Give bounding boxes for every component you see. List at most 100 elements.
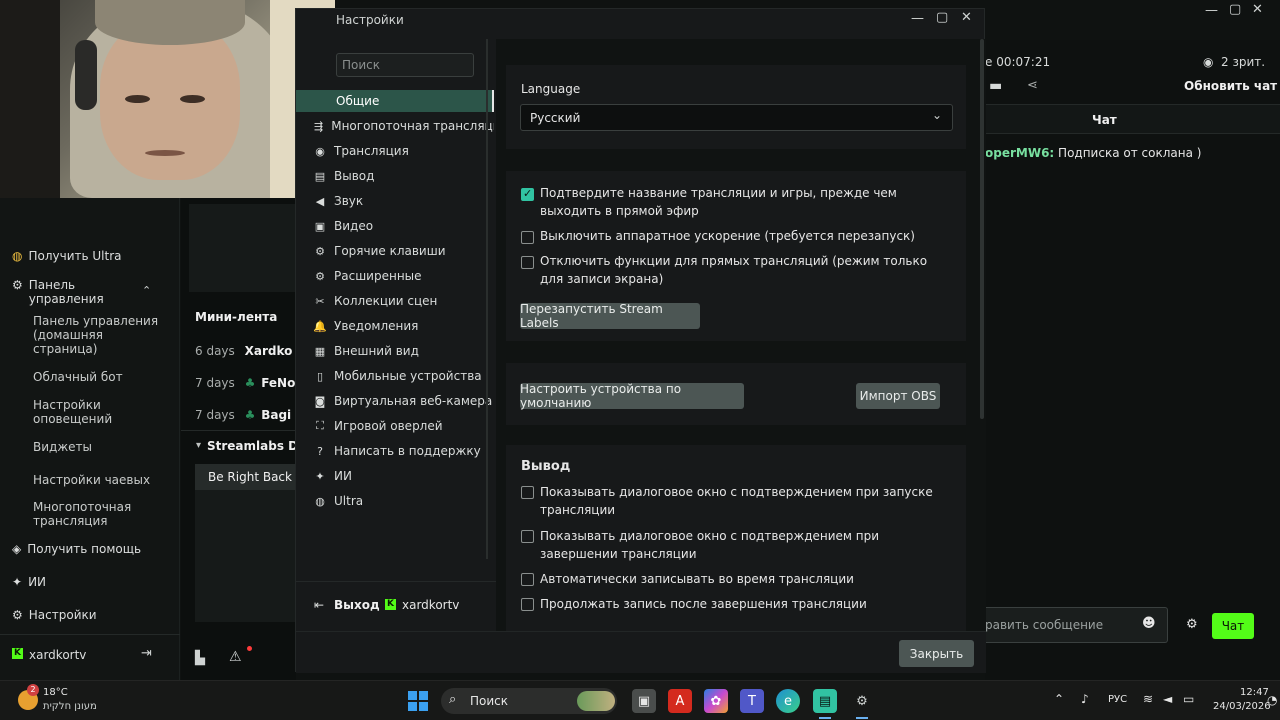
sidebar-item-label: Игровой оверлей: [334, 419, 443, 433]
nav-ai[interactable]: ✦ ИИ: [12, 575, 46, 589]
sidebar-item-6[interactable]: ▣ Видео: [314, 215, 494, 237]
battery-icon[interactable]: ▭: [1183, 692, 1194, 706]
maximize-icon[interactable]: ▢: [936, 10, 948, 25]
sidebar-item-17[interactable]: ◍ Ultra: [314, 490, 494, 512]
acrobat-icon[interactable]: A: [668, 689, 692, 713]
chat-settings-icon[interactable]: ⚙: [1186, 617, 1198, 632]
sidebar-item-11[interactable]: ▦ Внешний вид: [314, 340, 494, 362]
viewer-count: 2 зрит.: [1221, 55, 1266, 69]
sidebar-item-3[interactable]: ◉ Трансляция: [314, 140, 494, 162]
confirm-end-checkbox[interactable]: [521, 530, 534, 543]
nav-settings[interactable]: ⚙ Настройки: [12, 608, 97, 622]
wifi-icon[interactable]: ≋: [1143, 692, 1153, 706]
weather-text: מעונן חלקית: [43, 701, 97, 712]
nav-dashboard-home[interactable]: Панель управления (домашняя страница): [33, 314, 163, 356]
nav-get-help[interactable]: ◈ Получить помощь: [12, 542, 141, 556]
disable-live-checkbox[interactable]: [521, 256, 534, 269]
sidebar-item-4[interactable]: ▤ Вывод: [314, 165, 494, 187]
weather-temp: 18°C: [43, 687, 68, 698]
teams-icon[interactable]: T: [740, 689, 764, 713]
edge-icon[interactable]: e: [776, 689, 800, 713]
chat-input[interactable]: равить сообщение ☻: [985, 607, 1168, 643]
chevron-up-icon[interactable]: ⌃: [142, 284, 151, 297]
sidebar-item-9[interactable]: ✂ Коллекции сцен: [314, 290, 494, 312]
sparkle-icon: ✦: [12, 575, 23, 589]
sidebar-item-7[interactable]: ⚙ Горячие клавиши: [314, 240, 494, 262]
auto-record-label: Автоматически записывать во время трансл…: [540, 572, 854, 586]
chat-send-button[interactable]: Чат: [1212, 613, 1254, 639]
camera-icon[interactable]: ▬: [989, 78, 1002, 94]
task-view-icon[interactable]: ▣: [632, 689, 656, 713]
hw-accel-checkbox[interactable]: [521, 231, 534, 244]
restart-stream-labels-button[interactable]: Перезапустить Stream Labels: [520, 302, 700, 330]
sidebar-item-15[interactable]: ? Написать в поддержку: [314, 440, 494, 462]
sidebar-item-16[interactable]: ✦ ИИ: [314, 465, 494, 487]
maximize-icon[interactable]: ▢: [1229, 2, 1241, 17]
confirm-start-checkbox[interactable]: [521, 486, 534, 499]
streamlabs-icon[interactable]: ▤: [813, 689, 837, 713]
nav-alert-settings[interactable]: Настройки оповещений: [33, 398, 133, 426]
feed-name: Xardko: [244, 344, 293, 358]
expand-chevron-icon[interactable]: ▾: [196, 440, 201, 451]
nav-widgets[interactable]: Виджеты: [33, 440, 163, 454]
sidebar-item-14[interactable]: ⛶ Игровой оверлей: [314, 415, 494, 437]
alert-icon[interactable]: ⚠: [229, 649, 242, 665]
copilot-icon[interactable]: ✿: [704, 689, 728, 713]
clock-time[interactable]: 12:47: [1240, 687, 1269, 698]
minimize-icon[interactable]: —: [911, 11, 924, 26]
nav-label: Получить Ultra: [28, 249, 122, 263]
settings-app-icon[interactable]: ⚙: [850, 689, 874, 713]
sparkle-icon: ✦: [315, 469, 325, 483]
chat-title: Чат: [1092, 113, 1117, 127]
minimize-icon[interactable]: —: [1205, 3, 1218, 18]
close-icon[interactable]: ✕: [1252, 2, 1263, 17]
sidebar-item-2[interactable]: ⇶ Многопоточная трансляци: [314, 115, 494, 137]
search-input[interactable]: Поиск: [336, 53, 474, 77]
auto-record-checkbox[interactable]: [521, 573, 534, 586]
sidebar-item-12[interactable]: ▯ Мобильные устройства: [314, 365, 494, 387]
share-icon[interactable]: ⋖: [1027, 78, 1038, 93]
import-obs-button[interactable]: Импорт OBS: [856, 383, 940, 409]
language-indicator[interactable]: РУС: [1108, 694, 1127, 705]
nav-cloudbot[interactable]: Облачный бот: [33, 370, 163, 384]
taskbar-search[interactable]: ⌕ Поиск: [441, 688, 617, 714]
logout-button[interactable]: Выход: [334, 598, 380, 612]
content-scrollbar[interactable]: [980, 39, 984, 419]
brb-scene[interactable]: Be Right Back: [195, 464, 296, 490]
refresh-chat-button[interactable]: Обновить чат: [1184, 79, 1277, 93]
general-options-card: Подтвердите название трансляции и игры, …: [506, 171, 966, 341]
emoji-icon[interactable]: ☻: [1142, 616, 1156, 631]
keep-recording-checkbox[interactable]: [521, 598, 534, 611]
gear-icon: ⚙: [315, 244, 325, 258]
sidebar-footer: ⇤ Выход K xardkortv: [296, 581, 496, 631]
close-icon[interactable]: ✕: [961, 10, 972, 25]
brb-label: Be Right Back: [208, 470, 292, 484]
weather-badge: 2: [27, 684, 39, 696]
language-select[interactable]: Русский ⌄: [520, 104, 953, 131]
clock-date[interactable]: 24/03/2026: [1213, 701, 1271, 712]
windows-start-icon[interactable]: [406, 689, 430, 713]
default-devices-button[interactable]: Настроить устройства по умолчанию: [520, 382, 744, 410]
help-icon: ?: [317, 444, 323, 458]
sidebar-item-8[interactable]: ⚙ Расширенные: [314, 265, 494, 287]
stats-icon[interactable]: ▙: [195, 651, 205, 666]
nav-get-ultra[interactable]: ◍ Получить Ultra: [12, 249, 122, 263]
microphone-icon[interactable]: ♪: [1081, 692, 1089, 706]
settings-sidebar: Поиск Общие ⇶ Многопоточная трансляци ◉ Тран…: [296, 39, 496, 631]
nav-multistream[interactable]: Многопоточная трансляция: [33, 500, 143, 528]
chevron-up-icon[interactable]: ⌃: [1054, 692, 1064, 706]
volume-icon[interactable]: ◄: [1163, 692, 1172, 706]
sidebar-item-13[interactable]: ◙ Виртуальная веб-камера: [314, 390, 494, 412]
notification-bell-icon[interactable]: ◔: [1267, 693, 1277, 707]
nav-dashboard[interactable]: ⚙ Панель управления: [12, 278, 119, 306]
sidebar-item-5[interactable]: ◀ Звук: [314, 190, 494, 212]
close-button[interactable]: Закрыть: [899, 640, 974, 667]
sidebar-item-1[interactable]: Общие: [296, 90, 494, 112]
kick-logo-icon: K: [12, 648, 23, 659]
sidebar-scrollbar[interactable]: [486, 39, 488, 559]
nav-user[interactable]: K xardkortv: [12, 648, 86, 662]
logout-icon[interactable]: ⇥: [141, 646, 152, 661]
confirm-title-checkbox[interactable]: [521, 187, 534, 201]
sidebar-item-10[interactable]: 🔔 Уведомления: [314, 315, 494, 337]
nav-tip-settings[interactable]: Настройки чаевых: [33, 473, 163, 487]
